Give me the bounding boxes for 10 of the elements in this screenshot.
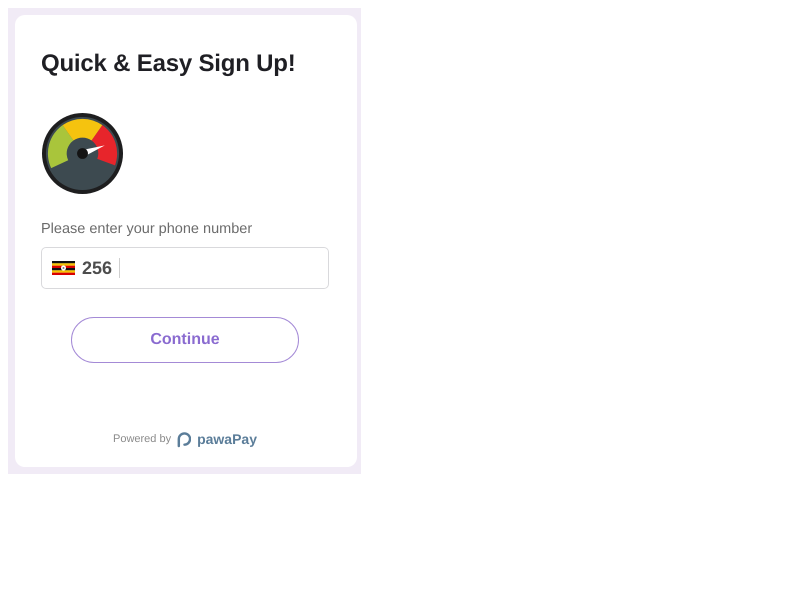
continue-button[interactable]: Continue [71,317,299,363]
speedometer-icon [41,112,124,195]
powered-by-text: Powered by [112,433,172,445]
phone-input-field[interactable]: 256 [41,247,329,289]
page-title: Quick & Easy Sign Up! [41,50,297,78]
flag-icon [52,261,75,275]
logo-icon [176,430,192,448]
phone-label: Please enter your phone number [41,220,254,238]
country-code: 256 [82,258,112,278]
brand-name: pawaPay [197,431,258,447]
